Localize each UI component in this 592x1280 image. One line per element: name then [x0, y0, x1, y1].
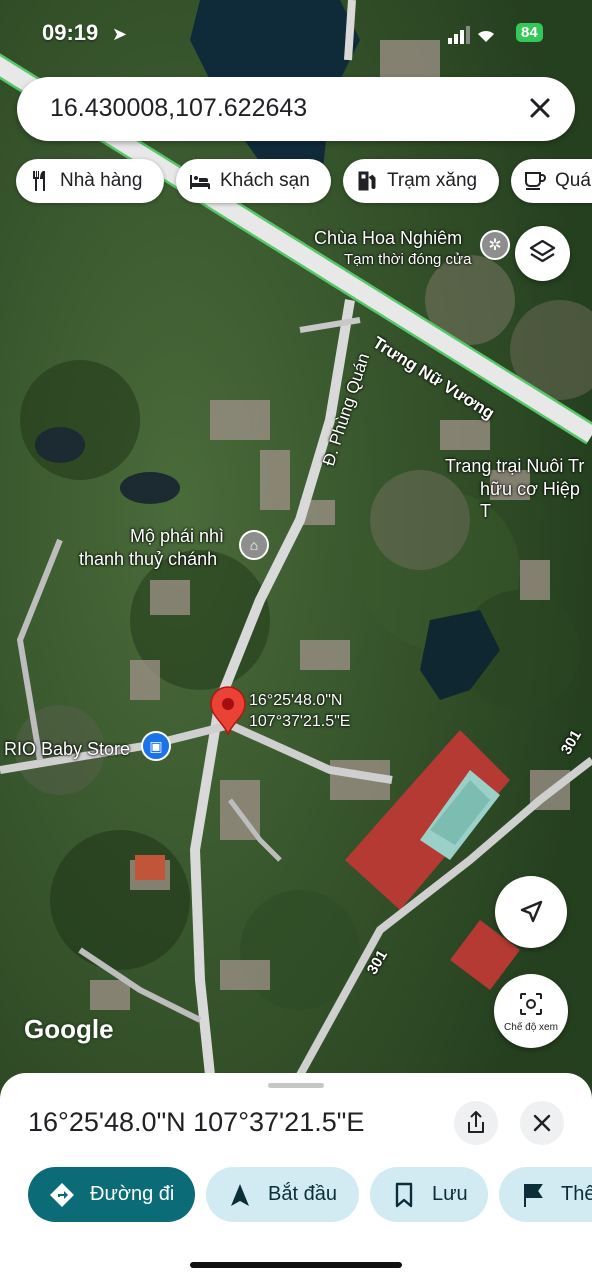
share-button[interactable] [454, 1101, 498, 1145]
chip-label: Quá [555, 170, 591, 191]
directions-button[interactable]: Đường đi [28, 1167, 195, 1222]
google-logo: Google [24, 1014, 114, 1044]
view-mode-label: Chế độ xem [504, 1022, 558, 1033]
chip-hotels[interactable]: Khách sạn [176, 159, 331, 203]
bookmark-icon [395, 1182, 413, 1207]
status-bar: 09:19 ➤ 84 [0, 18, 592, 54]
start-label: Bắt đầu [268, 1183, 337, 1205]
chip-gas-stations[interactable]: Trạm xăng [343, 159, 499, 203]
temple-name-label: Chùa Hoa Nghiêm [314, 228, 463, 248]
save-button[interactable]: Lưu [370, 1167, 488, 1222]
chip-label: Trạm xăng [387, 170, 478, 191]
camera-scan-icon [520, 993, 542, 1015]
home-indicator [190, 1262, 402, 1268]
navigation-arrow-icon [520, 900, 543, 923]
dropped-pin-icon[interactable] [209, 686, 247, 736]
temple-icon[interactable]: ✲ [480, 230, 510, 260]
search-bar[interactable]: 16.430008,107.622643 [17, 77, 575, 141]
pin-coordinate-label: 16°25'48.0"N 107°37'21.5"E [249, 690, 350, 732]
close-icon [533, 1114, 551, 1132]
tomb-label-line2: thanh thuỷ chánh [79, 549, 218, 569]
farm-label-line1: Trang trại Nuôi Tr [445, 456, 585, 476]
place-title: 16°25'48.0"N 107°37'21.5"E [28, 1107, 365, 1137]
label-button[interactable]: Thê [499, 1167, 592, 1222]
my-location-button[interactable] [495, 876, 567, 948]
cellular-signal-icon [448, 26, 494, 44]
share-icon [468, 1111, 484, 1133]
chip-restaurants[interactable]: Nhà hàng [16, 159, 164, 203]
shopping-bag-icon[interactable]: ▣ [141, 731, 171, 761]
gas-station-icon [358, 171, 376, 191]
sheet-drag-handle[interactable] [268, 1083, 324, 1088]
pin-longitude: 107°37'21.5"E [249, 713, 351, 730]
directions-label: Đường đi [90, 1183, 175, 1205]
place-bottom-sheet[interactable]: 16°25'48.0"N 107°37'21.5"E Đường đi Bắt … [0, 1073, 592, 1280]
battery-indicator: 84 [516, 23, 543, 42]
coffee-icon [525, 172, 546, 190]
restaurant-icon [33, 171, 45, 191]
layers-icon [529, 239, 556, 263]
label-label: Thê [561, 1183, 592, 1205]
temple-status-label: Tạm thời đóng cửa [344, 251, 472, 268]
status-time: 09:19 [42, 20, 99, 45]
tomb-label-line1: Mộ phái nhì [130, 526, 225, 546]
directions-icon [50, 1182, 74, 1207]
view-mode-button[interactable]: Chế độ xem [494, 974, 568, 1048]
monument-icon[interactable]: ⌂ [239, 530, 269, 560]
chip-label: Nhà hàng [60, 170, 143, 191]
search-query[interactable]: 16.430008,107.622643 [50, 94, 307, 123]
location-arrow-icon: ➤ [112, 24, 128, 44]
store-label: RIO Baby Store [4, 739, 131, 759]
flag-icon [524, 1183, 543, 1207]
navigation-arrow-icon [231, 1183, 249, 1206]
save-label: Lưu [432, 1183, 468, 1205]
chip-label: Khách sạn [220, 170, 310, 191]
start-button[interactable]: Bắt đầu [206, 1167, 359, 1222]
close-icon[interactable] [525, 93, 555, 123]
layers-button[interactable] [515, 226, 570, 281]
chip-cafes[interactable]: Quá [511, 159, 592, 203]
farm-label-line2: hữu cơ Hiệp T [480, 479, 580, 521]
hotel-icon [190, 175, 210, 189]
close-sheet-button[interactable] [520, 1101, 564, 1145]
pin-latitude: 16°25'48.0"N [249, 692, 343, 709]
